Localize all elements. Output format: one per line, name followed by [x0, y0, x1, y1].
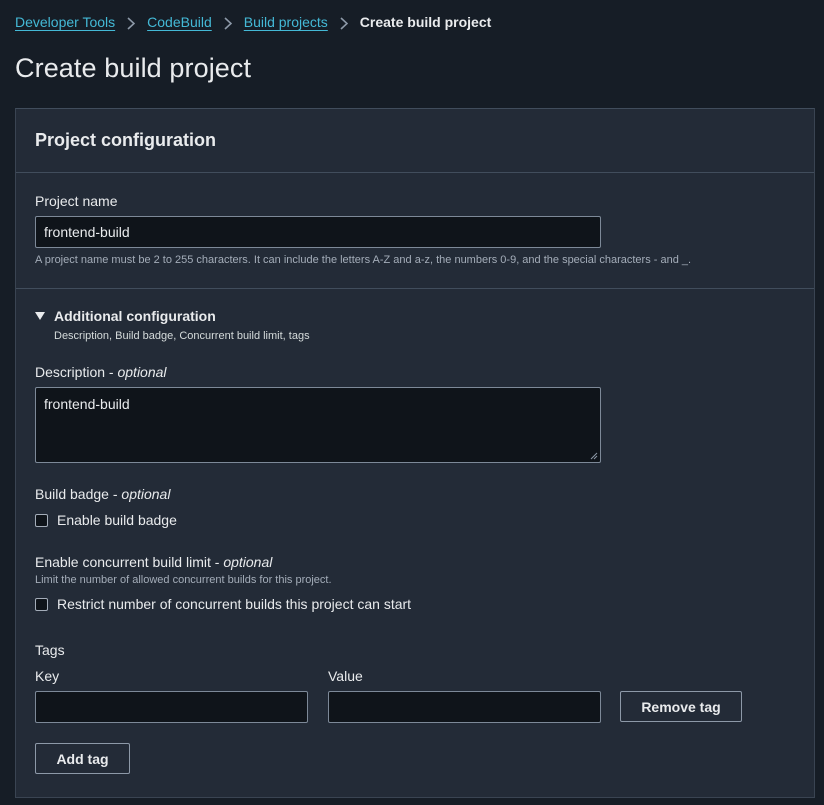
resize-grip-icon[interactable]	[590, 452, 598, 460]
breadcrumb-current: Create build project	[359, 14, 492, 30]
tag-key-label: Key	[35, 668, 60, 684]
project-name-label: Project name	[35, 193, 118, 209]
breadcrumb-build-projects[interactable]: Build projects	[244, 14, 328, 30]
breadcrumb-codebuild[interactable]: CodeBuild	[147, 14, 212, 30]
description-value: frontend-build	[44, 396, 130, 412]
chevron-right-icon	[212, 14, 244, 30]
build-badge-label: Build badge - optional	[35, 486, 171, 502]
additional-configuration-title: Additional configuration	[54, 308, 216, 324]
enable-build-badge-checkbox[interactable]	[35, 513, 48, 527]
project-name-value: frontend-build	[44, 224, 130, 240]
add-tag-button[interactable]: Add tag	[35, 743, 130, 774]
restrict-concurrent-builds-checkbox[interactable]	[35, 597, 48, 611]
additional-configuration-toggle[interactable]: Additional configuration	[35, 308, 216, 324]
project-name-hint: A project name must be 2 to 255 characte…	[35, 254, 692, 266]
breadcrumb-developer-tools[interactable]: Developer Tools	[15, 14, 115, 30]
description-textarea[interactable]: frontend-build	[35, 387, 601, 463]
enable-build-badge-label: Enable build badge	[57, 512, 177, 528]
restrict-concurrent-builds-checkbox-row[interactable]: Restrict number of concurrent builds thi…	[35, 596, 411, 612]
optional-text: optional	[121, 486, 171, 502]
chevron-right-icon	[328, 14, 360, 30]
section-divider	[16, 288, 814, 289]
restrict-concurrent-builds-label: Restrict number of concurrent builds thi…	[57, 596, 412, 612]
panel-title: Project configuration	[35, 130, 217, 150]
tags-label: Tags	[35, 642, 65, 658]
page-title: Create build project	[15, 53, 252, 83]
remove-tag-button[interactable]: Remove tag	[620, 691, 742, 722]
description-label-text: Description	[35, 364, 106, 380]
project-name-input[interactable]: frontend-build	[35, 216, 601, 248]
build-badge-label-text: Build badge	[35, 486, 109, 502]
concurrent-build-limit-hint: Limit the number of allowed concurrent b…	[35, 574, 332, 586]
optional-text: optional	[223, 554, 273, 570]
optional-text: optional	[117, 364, 167, 380]
tag-value-input[interactable]	[328, 691, 601, 723]
chevron-right-icon	[115, 14, 147, 30]
enable-build-badge-checkbox-row[interactable]: Enable build badge	[35, 512, 177, 528]
panel-header: Project configuration	[16, 109, 814, 173]
caret-down-icon	[35, 312, 45, 320]
tag-value-label: Value	[328, 668, 363, 684]
project-configuration-panel: Project configuration Project name front…	[15, 108, 815, 798]
breadcrumb: Developer Tools CodeBuild Build projects…	[15, 12, 491, 32]
tag-key-input[interactable]	[35, 691, 308, 723]
additional-configuration-subtitle: Description, Build badge, Concurrent bui…	[54, 330, 310, 342]
description-label: Description - optional	[35, 364, 167, 380]
concurrent-build-limit-label: Enable concurrent build limit - optional	[35, 554, 273, 570]
concurrent-label-text: Enable concurrent build limit	[35, 554, 211, 570]
